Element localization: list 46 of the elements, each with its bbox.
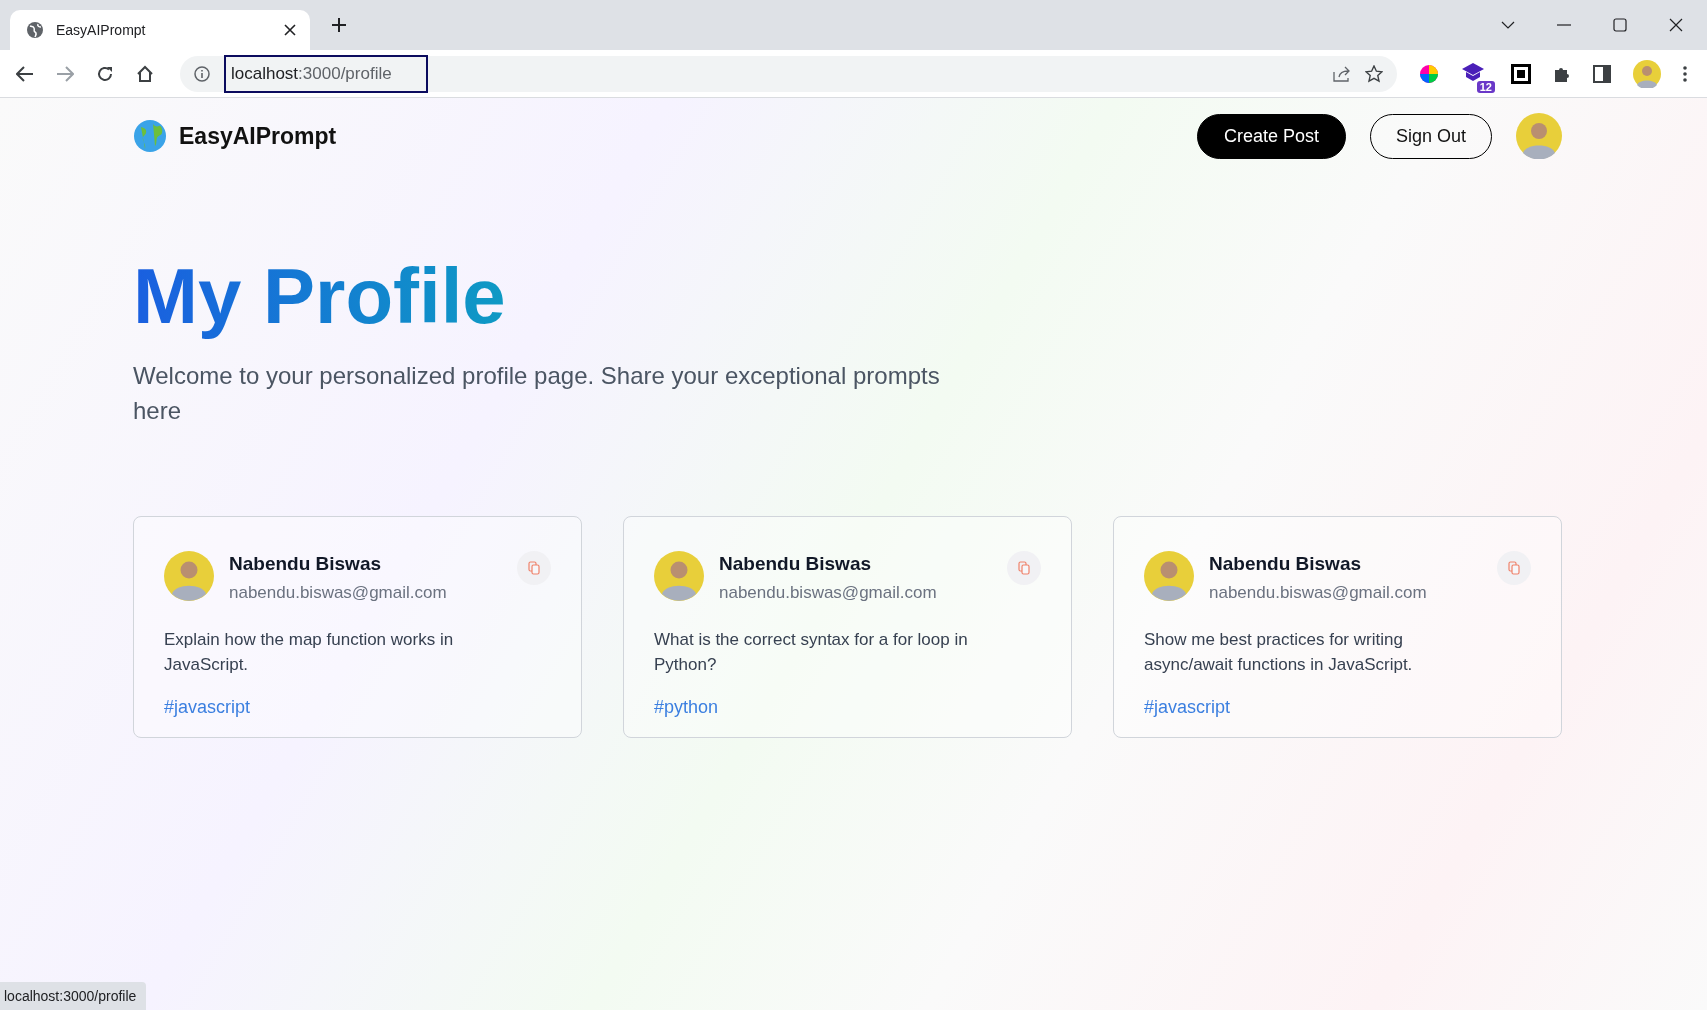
chevron-down-icon[interactable] xyxy=(1501,21,1515,29)
globe-icon xyxy=(26,21,44,39)
tag-link[interactable]: #javascript xyxy=(1144,696,1231,718)
tag-link[interactable]: #python xyxy=(654,696,719,718)
square-frame-icon[interactable] xyxy=(1511,63,1531,84)
prompt-text: What is the correct syntax for a for loop in Python? xyxy=(654,628,969,676)
avatar-icon[interactable] xyxy=(1633,59,1661,88)
new-tab-icon[interactable] xyxy=(332,18,346,32)
author-name: Nabendu Biswas xyxy=(229,552,383,575)
color-wheel-icon[interactable] xyxy=(1419,63,1439,84)
url-text[interactable]: localhost:3000/profile xyxy=(224,54,428,93)
status-bar-url: localhost:3000/profile xyxy=(0,982,147,1010)
side-panel-icon[interactable] xyxy=(1593,64,1611,83)
author-avatar xyxy=(1144,550,1194,601)
home-icon[interactable] xyxy=(136,64,154,83)
address-bar[interactable]: localhost:3000/profile xyxy=(180,55,1397,92)
close-icon[interactable] xyxy=(1669,18,1683,32)
author-email: nabendu.biswas@gmail.com xyxy=(229,582,448,603)
prompt-text: Explain how the map function works in JavaScript. xyxy=(164,628,455,676)
author-email: nabendu.biswas@gmail.com xyxy=(1209,582,1428,603)
info-icon xyxy=(194,65,210,82)
copy-icon xyxy=(1508,560,1520,575)
author-email: nabendu.biswas@gmail.com xyxy=(719,582,938,603)
more-icon[interactable] xyxy=(1683,65,1687,82)
tag-link[interactable]: #javascript xyxy=(164,696,251,718)
back-icon[interactable] xyxy=(16,65,34,82)
browser-tab[interactable]: EasyAIPrompt xyxy=(10,10,310,50)
forward-icon[interactable] xyxy=(56,65,74,82)
share-icon[interactable] xyxy=(1333,65,1351,82)
author-name: Nabendu Biswas xyxy=(719,552,873,575)
reload-icon[interactable] xyxy=(96,64,114,83)
count-badge: 12 xyxy=(1476,80,1495,93)
author-avatar xyxy=(654,550,704,601)
author-avatar xyxy=(164,550,214,601)
page-description: Welcome to your personalized profile page. Share your exceptional prompts here xyxy=(133,360,941,426)
profile-avatar[interactable] xyxy=(1516,113,1562,159)
create-post-button[interactable]: Create Post xyxy=(1196,113,1346,159)
globe-logo-icon[interactable] xyxy=(133,119,167,153)
maximize-icon[interactable] xyxy=(1613,18,1627,32)
prompt-text: Show me best practices for writing async/await functions in JavaScript. xyxy=(1144,628,1414,676)
copy-icon xyxy=(1018,560,1030,575)
copy-icon xyxy=(528,560,540,575)
author-name: Nabendu Biswas xyxy=(1209,552,1363,575)
star-icon[interactable] xyxy=(1365,64,1383,83)
brand-name[interactable]: EasyAIPrompt xyxy=(179,122,337,150)
close-icon[interactable] xyxy=(284,24,296,36)
